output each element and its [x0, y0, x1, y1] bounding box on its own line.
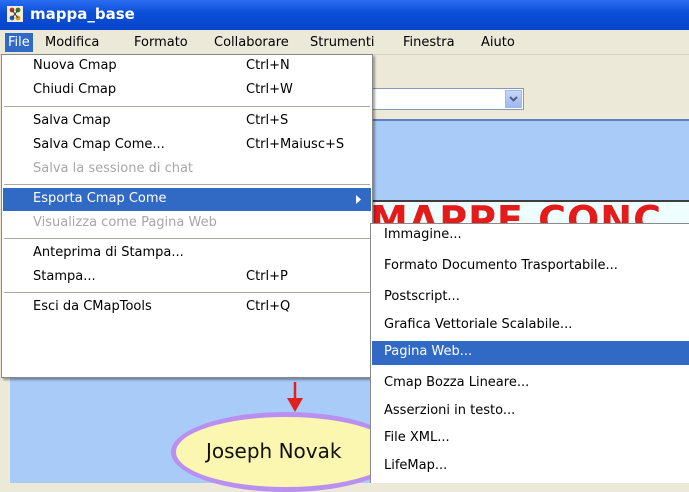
submenu-item-label: Asserzioni in testo...: [384, 403, 516, 418]
submenu-item-pagina-web[interactable]: Pagina Web...: [372, 341, 689, 365]
menu-item-visualizza-pagina-web: Visualizza come Pagina Web: [3, 212, 371, 235]
menu-item-shortcut: Ctrl+P: [246, 269, 288, 284]
submenu-item-postscript[interactable]: Postscript...: [372, 286, 689, 310]
menu-item-label: Anteprima di Stampa...: [33, 245, 184, 260]
file-menu-dropdown: Nuova Cmap Ctrl+N Chiudi Cmap Ctrl+W Sal…: [1, 54, 373, 378]
submenu-item-lifemap[interactable]: LifeMap...: [372, 455, 689, 479]
menu-item-label: Stampa...: [33, 269, 96, 284]
submenu-item-pdf[interactable]: Formato Documento Trasportabile...: [372, 255, 689, 279]
menu-item-label: Salva Cmap Come...: [33, 137, 165, 152]
menu-strumenti[interactable]: Strumenti: [310, 34, 375, 51]
submenu-item-cmap-bozza[interactable]: Cmap Bozza Lineare...: [372, 372, 689, 396]
menu-aiuto[interactable]: Aiuto: [481, 34, 515, 51]
title-bar: mappa_base: [0, 0, 689, 30]
window-title: mappa_base: [30, 5, 135, 23]
menu-item-salva-cmap-come[interactable]: Salva Cmap Come... Ctrl+Maiusc+S: [3, 134, 371, 157]
menu-item-shortcut: Ctrl+Q: [246, 299, 291, 314]
menu-item-chiudi-cmap[interactable]: Chiudi Cmap Ctrl+W: [3, 79, 371, 102]
submenu-item-label: Cmap Bozza Lineare...: [384, 375, 530, 390]
link-arrow-icon: [287, 382, 303, 412]
menu-item-label: Visualizza come Pagina Web: [33, 215, 217, 230]
font-combo-box[interactable]: [368, 88, 524, 110]
menu-collaborare[interactable]: Collaborare: [214, 34, 289, 51]
menu-item-nuova-cmap[interactable]: Nuova Cmap Ctrl+N: [3, 55, 371, 78]
menu-item-shortcut: Ctrl+N: [246, 58, 290, 73]
menu-item-label: Chiudi Cmap: [33, 82, 117, 97]
menu-item-label: Esci da CMapTools: [33, 299, 152, 314]
submenu-item-label: Pagina Web...: [384, 344, 473, 359]
combo-dropdown-button[interactable]: [505, 90, 522, 108]
menu-item-label: Salva la sessione di chat: [33, 161, 194, 176]
menu-item-stampa[interactable]: Stampa... Ctrl+P: [3, 266, 371, 289]
menu-item-label: Nuova Cmap: [33, 58, 117, 73]
submenu-item-label: LifeMap...: [384, 458, 448, 473]
submenu-item-label: Grafica Vettoriale Scalabile...: [384, 317, 573, 332]
menu-item-label: Esporta Cmap Come: [33, 191, 167, 206]
submenu-item-label: Postscript...: [384, 289, 460, 304]
menu-item-shortcut: Ctrl+Maiusc+S: [246, 137, 345, 152]
menu-finestra[interactable]: Finestra: [403, 34, 455, 51]
submenu-arrow-icon: [356, 195, 361, 204]
menu-item-salva-sessione-chat: Salva la sessione di chat: [3, 158, 371, 181]
submenu-item-svg[interactable]: Grafica Vettoriale Scalabile...: [372, 314, 689, 338]
menu-item-anteprima-stampa[interactable]: Anteprima di Stampa...: [3, 242, 371, 265]
menu-file[interactable]: File: [5, 33, 33, 52]
export-submenu: Immagine... Formato Documento Trasportab…: [370, 223, 689, 483]
menu-bar: File Modifica Formato Collaborare Strume…: [0, 30, 689, 55]
menu-formato[interactable]: Formato: [134, 34, 188, 51]
menu-item-esporta-cmap-come[interactable]: Esporta Cmap Come: [3, 188, 371, 211]
menu-modifica[interactable]: Modifica: [45, 34, 99, 51]
menu-item-esci[interactable]: Esci da CMapTools Ctrl+Q: [3, 296, 371, 319]
concept-node-joseph-novak[interactable]: Joseph Novak: [171, 412, 401, 492]
submenu-item-file-xml[interactable]: File XML...: [372, 427, 689, 451]
menu-item-salva-cmap[interactable]: Salva Cmap Ctrl+S: [3, 110, 371, 133]
menu-separator: [4, 238, 370, 239]
menu-item-shortcut: Ctrl+S: [246, 113, 289, 128]
submenu-item-label: Immagine...: [384, 227, 462, 242]
menu-separator: [4, 184, 370, 185]
concept-node-label: Joseph Novak: [206, 439, 342, 463]
menu-separator: [4, 106, 370, 107]
menu-separator: [4, 292, 370, 293]
submenu-item-immagine[interactable]: Immagine...: [372, 224, 689, 248]
submenu-item-label: File XML...: [384, 430, 450, 445]
menu-item-shortcut: Ctrl+W: [246, 82, 293, 97]
submenu-item-label: Formato Documento Trasportabile...: [384, 258, 618, 273]
chevron-down-icon: [509, 96, 518, 102]
menu-item-label: Salva Cmap: [33, 113, 111, 128]
cmaptools-app-icon[interactable]: [7, 6, 23, 22]
submenu-item-asserzioni[interactable]: Asserzioni in testo...: [372, 400, 689, 424]
